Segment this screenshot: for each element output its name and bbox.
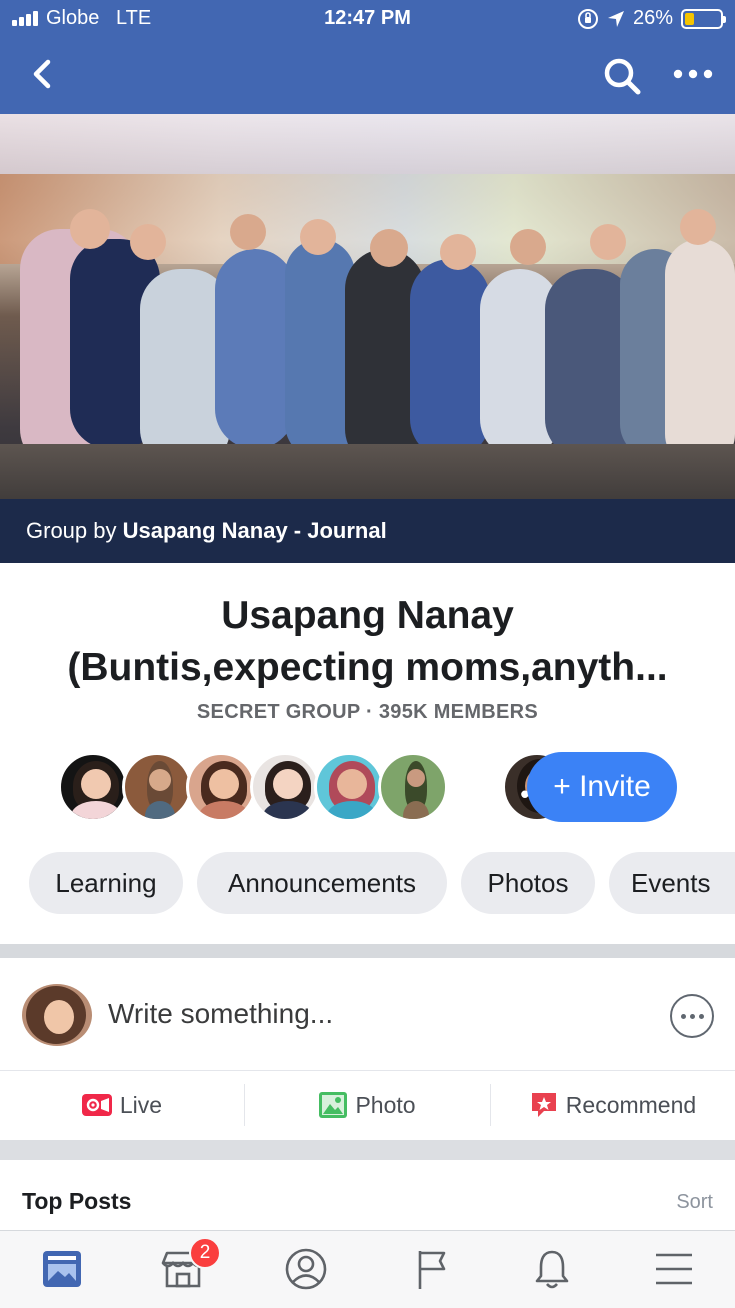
invite-label: + Invite <box>553 770 651 803</box>
group-meta[interactable]: SECRET GROUP · 395K MEMBERS <box>0 701 735 724</box>
member-avatar[interactable] <box>186 752 256 822</box>
member-avatar[interactable] <box>314 752 384 822</box>
group-title-line2: (Buntis,expecting moms,anyth... <box>67 646 668 689</box>
member-avatar[interactable] <box>250 752 320 822</box>
search-icon[interactable] <box>602 56 642 96</box>
marketplace-badge: 2 <box>189 1237 221 1269</box>
photo-label: Photo <box>355 1091 416 1118</box>
bottom-tab-bar <box>0 1230 735 1308</box>
invite-button[interactable]: + Invite <box>527 752 677 822</box>
group-cover-photo[interactable]: Group by Usapang Nanay - Journal <box>0 114 735 563</box>
menu-hamburger-icon[interactable] <box>648 1244 700 1294</box>
chip-label: Photos <box>487 867 569 898</box>
live-video-icon <box>81 1094 112 1116</box>
group-tabs: Learning Announcements Photos Events <box>29 852 735 914</box>
chip-label: Announcements <box>228 867 416 898</box>
chip-learning[interactable]: Learning <box>29 852 183 914</box>
pages-flag-icon[interactable] <box>404 1244 456 1294</box>
chip-announcements[interactable]: Announcements <box>197 852 447 914</box>
photo-icon <box>319 1092 348 1118</box>
chip-events[interactable]: Events <box>609 852 735 914</box>
group-title[interactable]: Usapang Nanay (Buntis,expecting moms,any… <box>20 590 715 694</box>
cover-floor <box>0 444 735 504</box>
status-right: 26% <box>577 7 726 30</box>
recommend-label: Recommend <box>565 1091 697 1118</box>
more-options-icon[interactable] <box>672 62 714 86</box>
member-avatar[interactable] <box>58 752 128 822</box>
notifications-bell-icon[interactable] <box>526 1244 578 1294</box>
sort-button[interactable]: Sort <box>676 1191 713 1214</box>
recommend-button[interactable]: Recommend <box>491 1072 735 1138</box>
live-button[interactable]: Live <box>0 1072 244 1138</box>
battery-percent: 26% <box>632 7 673 29</box>
chip-label: Events <box>631 867 711 898</box>
section-divider <box>0 944 735 958</box>
member-avatar[interactable] <box>122 752 192 822</box>
news-feed-icon[interactable] <box>36 1244 88 1294</box>
photo-button[interactable]: Photo <box>245 1072 490 1138</box>
location-icon <box>607 10 624 27</box>
chip-photos[interactable]: Photos <box>461 852 595 914</box>
orientation-lock-icon <box>577 8 598 29</box>
cover-caption[interactable]: Group by Usapang Nanay - Journal <box>0 499 735 563</box>
composer-avatar[interactable] <box>22 984 92 1046</box>
profile-icon[interactable] <box>280 1244 332 1294</box>
cover-drape <box>0 114 735 174</box>
actions-divider <box>0 1070 735 1071</box>
group-title-line1: Usapang Nanay <box>221 594 514 637</box>
chip-label: Learning <box>55 867 157 898</box>
caption-owner-link[interactable]: Usapang Nanay - Journal <box>123 518 387 543</box>
composer-input[interactable]: Write something... <box>108 998 333 1030</box>
recommend-icon <box>531 1093 556 1117</box>
member-avatar[interactable] <box>378 752 448 822</box>
caption-prefix: Group by <box>26 518 117 543</box>
live-label: Live <box>119 1091 163 1118</box>
back-chevron-icon[interactable] <box>26 54 58 94</box>
status-bar: Globe LTE 12:47 PM 26% <box>0 0 735 38</box>
battery-icon <box>681 8 726 29</box>
top-bar: Globe LTE 12:47 PM 26% <box>0 0 735 114</box>
composer-more-icon[interactable] <box>670 994 714 1038</box>
top-posts-title: Top Posts <box>22 1188 132 1214</box>
